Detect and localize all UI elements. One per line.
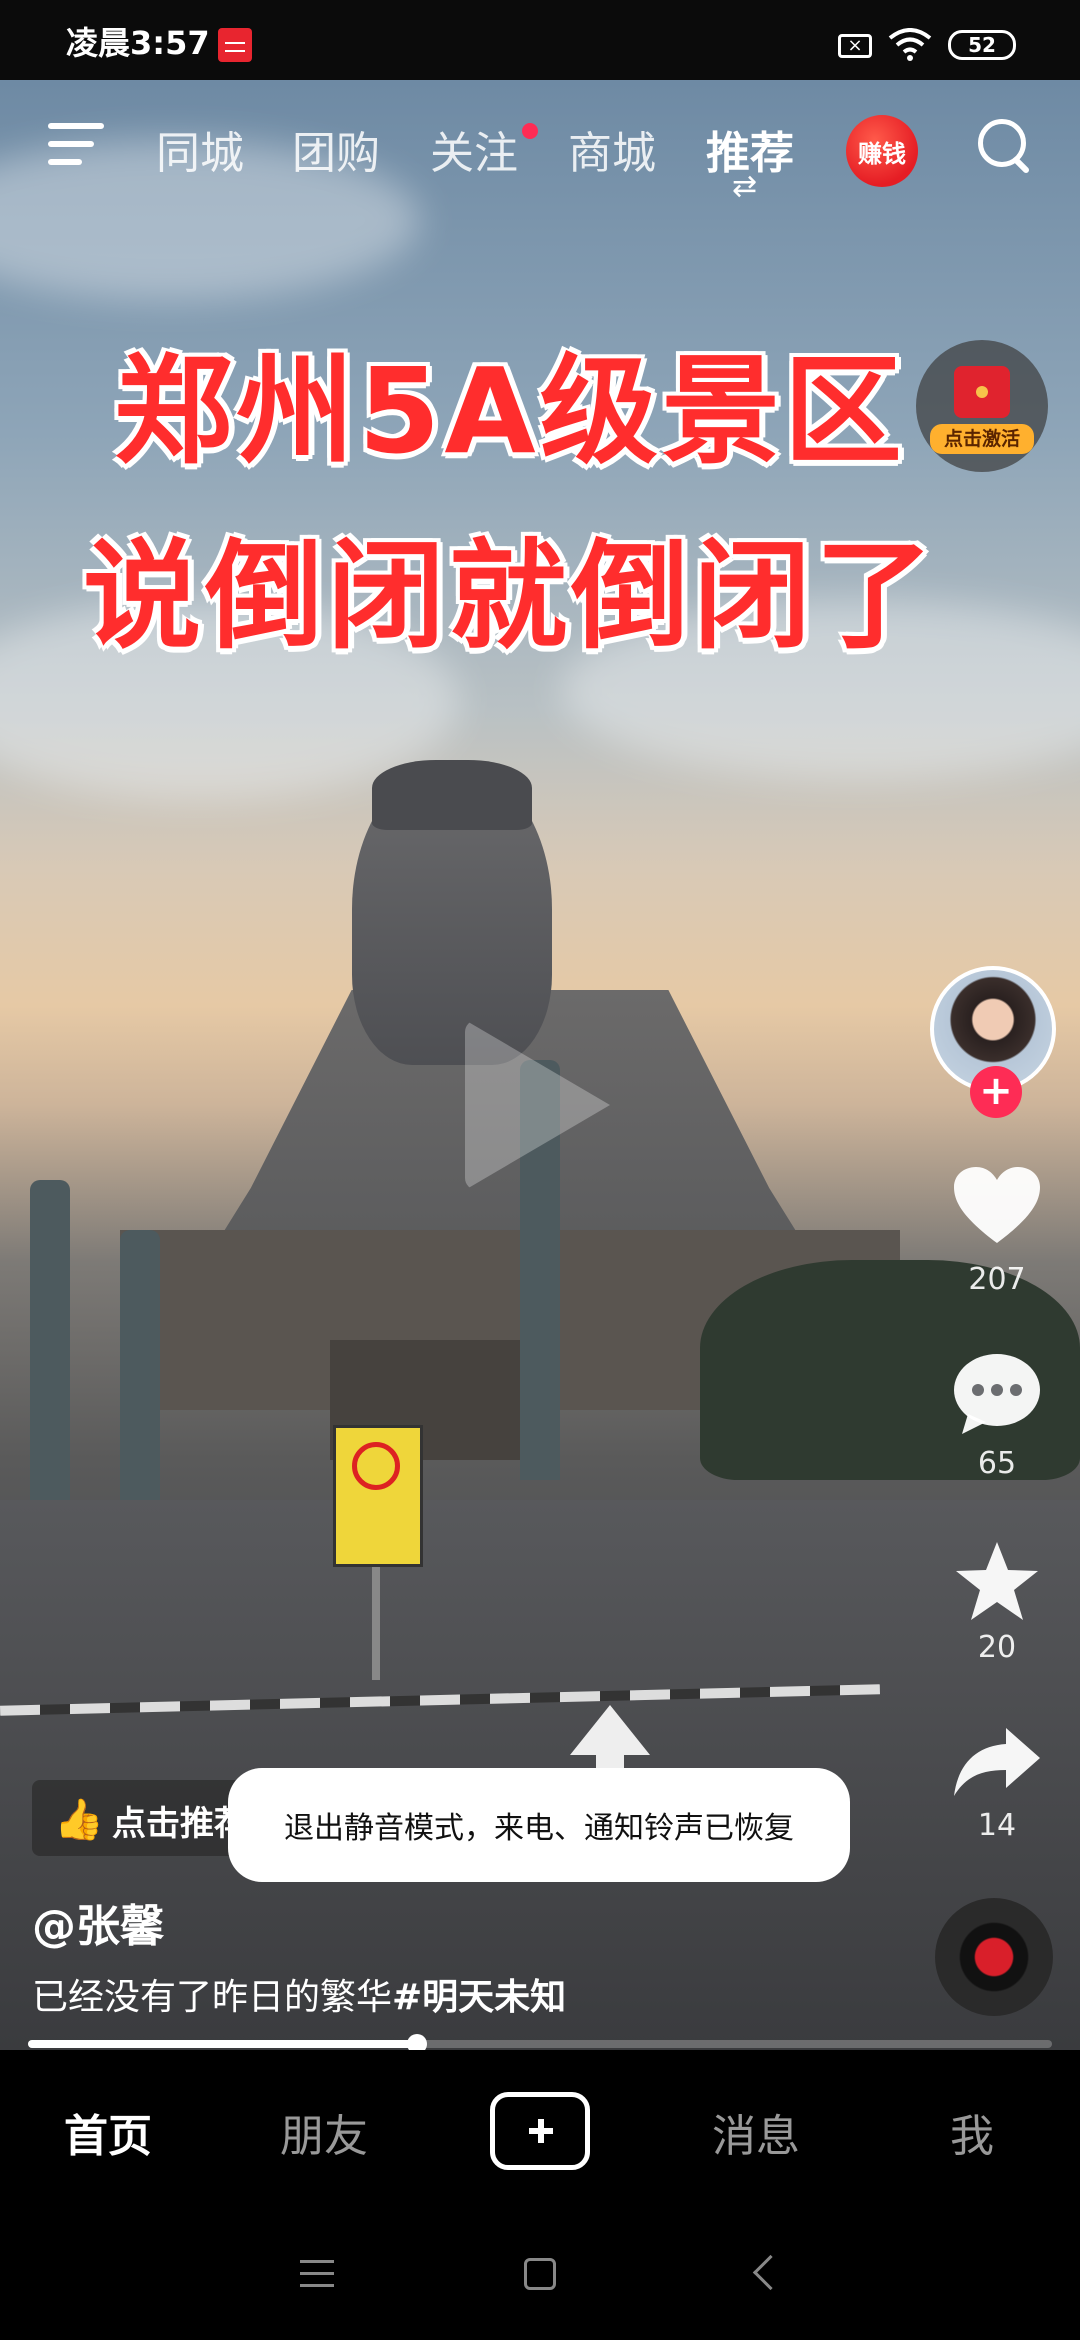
favorite-count: 20 [977,1630,1017,1665]
tab-home[interactable]: 首页 [64,2100,152,2164]
top-nav: 同城 团购 关注 商城 推荐 ⇄ 赚钱 [0,105,1080,204]
share-count: 14 [977,1808,1017,1843]
video-headline-line1: 郑州5A级景区 [114,342,906,480]
red-packet-button[interactable]: 点击激活 [916,340,1048,472]
battery-indicator: 52 [948,30,1016,60]
tab-following[interactable]: 关注 [430,117,518,181]
sim-off-icon: × [838,34,872,58]
like-count: 207 [968,1262,1026,1297]
home-icon[interactable] [524,2258,556,2290]
video-caption: 已经没有了昨日的繁华#明天未知 [32,1968,566,2020]
notification-dot [522,123,538,139]
like-heart-icon[interactable] [952,1165,1042,1247]
swap-arrows-icon[interactable]: ⇄ [732,169,757,204]
status-bar: 凌晨3:57 × 52 [0,0,1080,80]
red-packet-icon [954,366,1010,418]
video-progress-bar[interactable] [28,2034,1052,2054]
caption-text: 已经没有了昨日的繁华 [32,1977,393,2018]
back-icon[interactable] [752,2254,789,2291]
lane-arrow [570,1705,650,1755]
video-headline-line2: 说倒闭就倒闭了 [82,527,937,665]
recent-apps-icon[interactable] [300,2260,334,2296]
taxi-sign [333,1425,423,1567]
comment-icon[interactable] [952,1352,1042,1436]
share-arrow-icon[interactable] [952,1724,1042,1800]
silent-mode-toast: 退出静音模式，来电、通知铃声已恢复 [228,1768,850,1882]
red-packet-label: 点击激活 [930,424,1034,454]
tab-mall[interactable]: 商城 [568,117,656,181]
tab-messages[interactable]: 消息 [712,2100,800,2164]
music-disc-icon[interactable] [935,1898,1053,2016]
tab-group-buy[interactable]: 团购 [292,117,380,181]
sign-post [372,1560,380,1680]
comment-count: 65 [977,1446,1017,1481]
create-plus-button[interactable] [490,2092,590,2170]
menu-icon[interactable] [48,123,104,167]
follow-plus-icon[interactable]: + [970,1066,1022,1118]
caption-hashtag[interactable]: #明天未知 [392,1977,566,2018]
system-nav-bar [0,2210,1080,2340]
status-time: 凌晨3:57 [66,24,210,62]
thumbs-up-icon: 👍 [54,1797,104,1843]
tab-same-city[interactable]: 同城 [156,117,244,181]
favorite-star-icon[interactable] [952,1540,1042,1624]
tab-me[interactable]: 我 [950,2100,994,2164]
search-icon[interactable] [974,115,1034,175]
bottom-tab-bar: 首页 朋友 消息 我 [0,2050,1080,2210]
app-notification-icon [218,28,252,62]
progress-fill [28,2040,418,2048]
earn-money-button[interactable]: 赚钱 [846,115,918,187]
statue-crown [372,760,532,830]
play-icon[interactable] [465,1020,610,1190]
author-name[interactable]: @张馨 [32,1890,164,1954]
wifi-icon [888,28,932,61]
tab-friends[interactable]: 朋友 [280,2100,368,2164]
